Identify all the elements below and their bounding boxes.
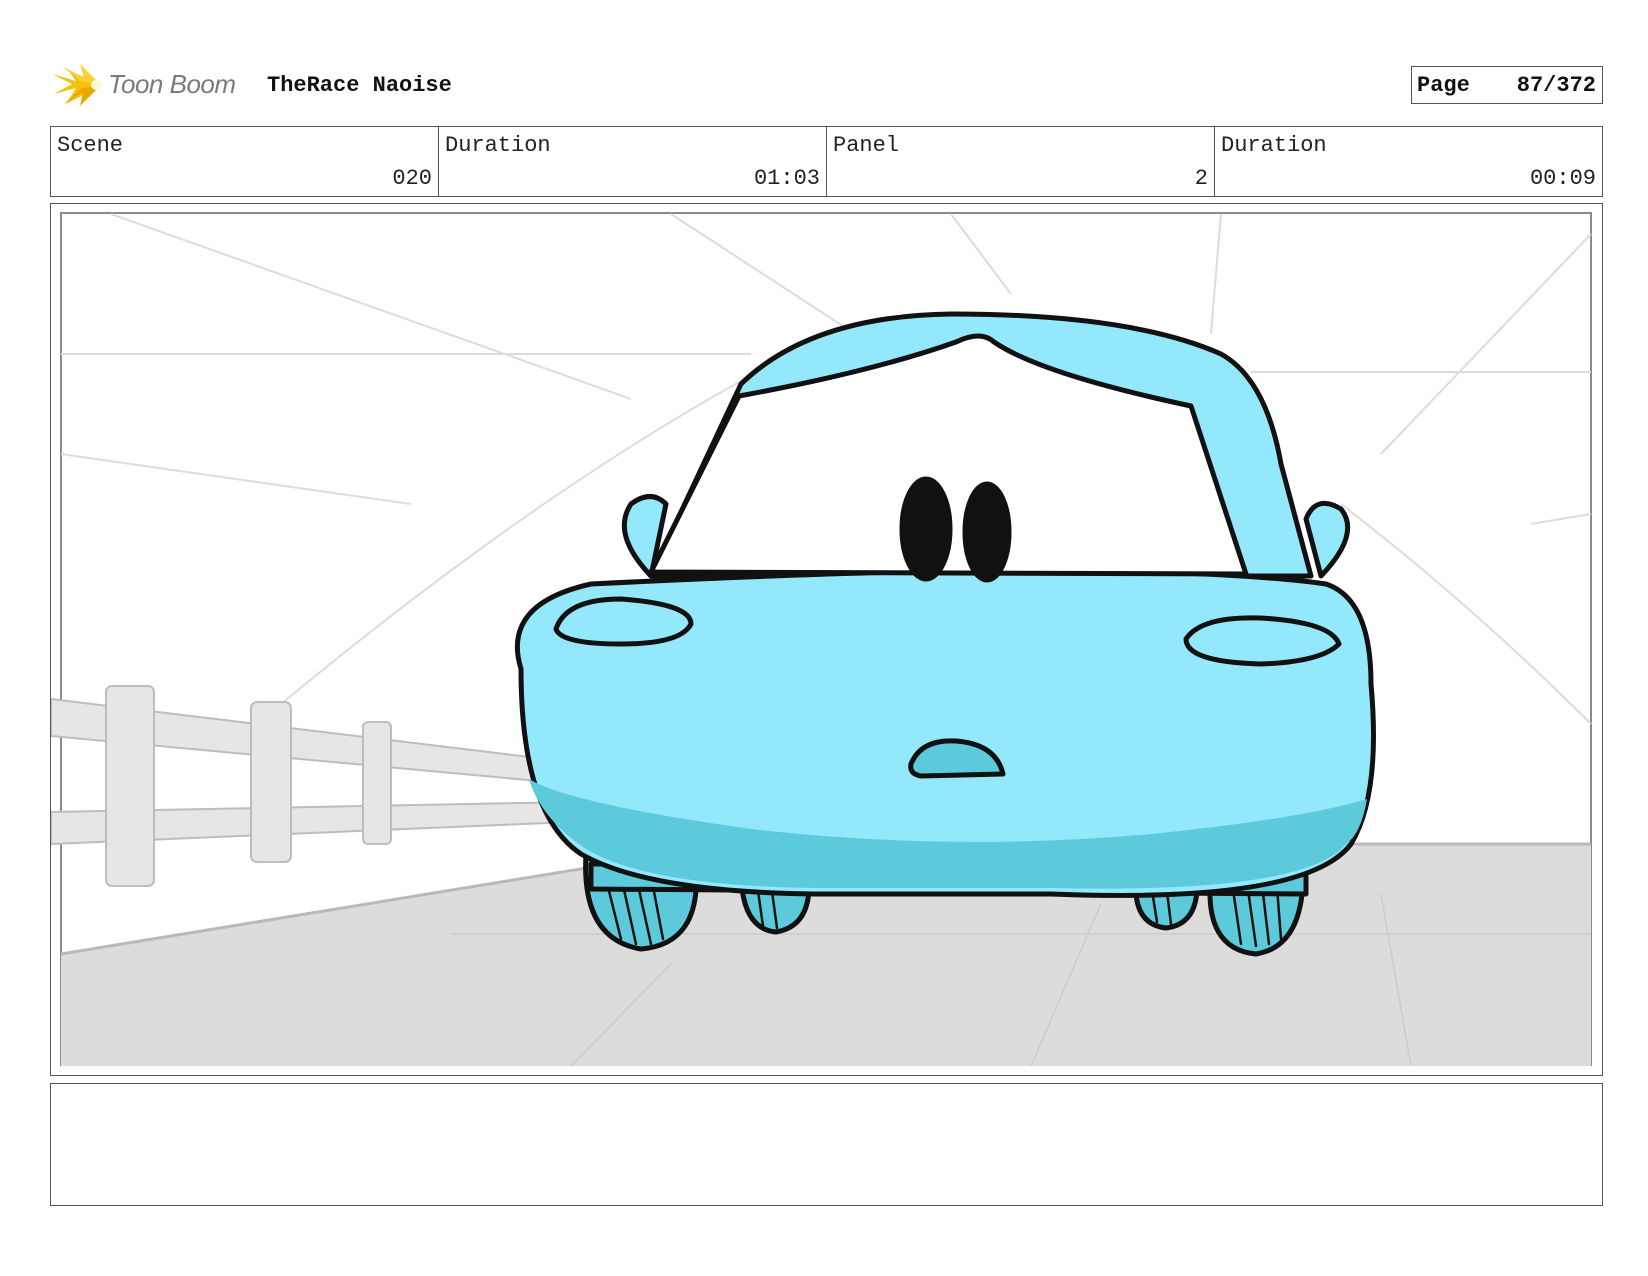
scene-label: Scene bbox=[57, 133, 124, 158]
page-label: Page bbox=[1417, 72, 1470, 98]
storyboard-header: Toon Boom TheRace Naoise Page 87/372 bbox=[50, 60, 1603, 110]
page-number: 87/372 bbox=[1516, 72, 1596, 98]
storyboard-panel bbox=[50, 203, 1603, 1076]
project-title: TheRace Naoise bbox=[267, 73, 452, 98]
panel-label: Panel bbox=[833, 133, 900, 158]
scene-duration-value: 01:03 bbox=[753, 166, 820, 191]
scene-duration-label: Duration bbox=[445, 133, 551, 158]
scene-info-row: Scene 020 Duration 01:03 Panel 2 Duratio… bbox=[50, 126, 1603, 197]
scene-value: 020 bbox=[392, 166, 432, 191]
panel-value: 2 bbox=[1194, 166, 1208, 191]
panel-cell: Panel 2 bbox=[827, 127, 1215, 196]
scene-duration-cell: Duration 01:03 bbox=[439, 127, 827, 196]
toon-boom-logo: Toon Boom bbox=[50, 60, 260, 110]
panel-drawing bbox=[51, 212, 1592, 1067]
panel-duration-value: 00:09 bbox=[1529, 166, 1596, 191]
scene-cell: Scene 020 bbox=[51, 127, 439, 196]
panel-notes-box bbox=[50, 1083, 1603, 1206]
logo-text: Toon Boom bbox=[108, 69, 236, 99]
page-indicator: Page 87/372 bbox=[1411, 66, 1603, 104]
panel-duration-label: Duration bbox=[1221, 133, 1327, 158]
starburst-icon bbox=[52, 64, 102, 106]
panel-duration-cell: Duration 00:09 bbox=[1215, 127, 1602, 196]
